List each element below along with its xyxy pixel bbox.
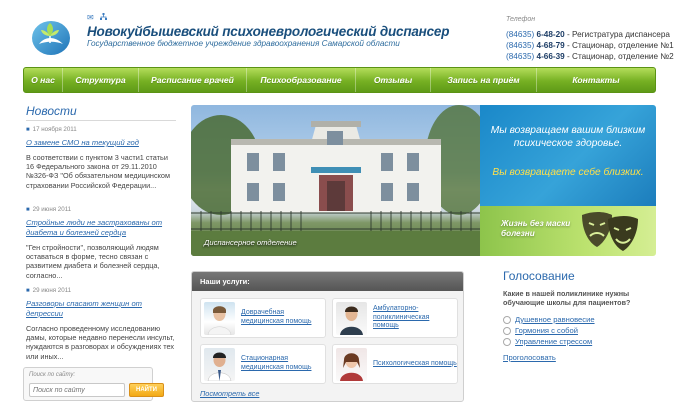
news-date-text: 29 июня 2011 xyxy=(32,206,72,213)
search-input[interactable] xyxy=(29,383,125,397)
news-date-text: 29 июня 2011 xyxy=(32,287,72,294)
news-link[interactable]: Разговоры спасают женщин от депрессии xyxy=(26,299,176,319)
service-card[interactable]: Стационарная медицинская помощь xyxy=(200,344,326,384)
bullet-icon: ■ xyxy=(26,126,30,133)
news-item: ■ 29 июня 2011 Разговоры спасают женщин о… xyxy=(26,287,176,361)
nav-doctor-schedule[interactable]: Расписание врачей xyxy=(139,68,247,92)
news-date: ■ 29 июня 2011 xyxy=(26,287,176,294)
vote-option-label[interactable]: Гормония с собой xyxy=(515,326,578,335)
vote-option-label[interactable]: Душевное равновесие xyxy=(515,315,595,324)
news-excerpt: Согласно проведенному исследованию дамы,… xyxy=(26,324,175,361)
phone-desc: - Стационар, отделение №2 xyxy=(564,52,674,61)
phone-desc: - Регистратура диспансера xyxy=(564,30,670,39)
vote-submit-link[interactable]: Проголосовать xyxy=(503,353,556,362)
nav-appointment[interactable]: Запись на приём xyxy=(431,68,537,92)
service-card[interactable]: Амбулаторно-поликлиническая помощь xyxy=(332,298,458,338)
news-link[interactable]: О замене СМО на текущий год xyxy=(26,138,176,148)
radio-button[interactable] xyxy=(503,326,511,335)
news-item: ■ 17 ноября 2011 О замене СМО на текущий … xyxy=(26,126,176,190)
news-item: ■ 29 июня 2011 Стройные люди не застрахов… xyxy=(26,206,176,280)
search-box: Поиск по сайту: НАЙТИ xyxy=(23,367,164,401)
phone-row: (84635) 6-48-20 - Регистратура диспансер… xyxy=(506,29,676,40)
banner-slogan-3: Жизнь без маски болезни xyxy=(501,219,571,238)
banner-slogan-1: Мы возвращаем вашим близким психическое … xyxy=(490,125,646,149)
phone-code: (84635) xyxy=(506,52,535,61)
banner-slogan-2: Вы возвращаете себе близких. xyxy=(492,167,644,178)
search-label: Поиск по сайту: xyxy=(29,372,76,378)
news-heading[interactable]: Новости xyxy=(26,104,77,118)
banner-caption: Диспансерное отделение xyxy=(204,238,297,247)
service-link[interactable]: Доврачебная медицинская помощь xyxy=(241,309,325,326)
search-button[interactable]: НАЙТИ xyxy=(129,383,164,397)
nurse-photo xyxy=(204,301,235,335)
banner-mask-panel[interactable]: Жизнь без маски болезни xyxy=(480,206,656,256)
news-link[interactable]: Стройные люди не застрахованы от диабета… xyxy=(26,218,176,238)
news-date-text: 17 ноября 2011 xyxy=(32,126,77,133)
bullet-icon: ■ xyxy=(26,287,30,294)
phone-desc: - Стационар, отделение №1 xyxy=(564,41,674,50)
sitemap-icon[interactable] xyxy=(100,13,107,23)
phone-code: (84635) xyxy=(506,41,535,50)
news-excerpt: "Ген стройности", позволяющий людям оста… xyxy=(26,243,160,280)
bullet-icon: ■ xyxy=(26,206,30,213)
news-date: ■ 17 ноября 2011 xyxy=(26,126,176,133)
site-title[interactable]: Новокуйбышевский психоневрологический ди… xyxy=(87,24,449,39)
radio-button[interactable] xyxy=(503,315,511,324)
radio-button[interactable] xyxy=(503,337,511,346)
service-card[interactable]: Психологическая помощь xyxy=(332,344,458,384)
vote-option-label[interactable]: Управление стрессом xyxy=(515,337,592,346)
services-heading: Наши услуги: xyxy=(192,272,463,291)
news-date: ■ 29 июня 2011 xyxy=(26,206,176,213)
vote-option[interactable]: Гормония с собой xyxy=(503,326,578,335)
doctor-photo xyxy=(336,301,367,335)
main-nav: О нас Структура Расписание врачей Психоо… xyxy=(23,67,656,93)
banner-slogan-panel: Мы возвращаем вашим близким психическое … xyxy=(480,105,656,206)
phone-number: 6-48-20 xyxy=(536,30,565,39)
site-subtitle: Государственное бюджетное учреждение здр… xyxy=(87,39,400,48)
phone-number: 4-66-39 xyxy=(536,52,565,61)
nav-psychoeducation[interactable]: Психообразование xyxy=(247,68,356,92)
service-link[interactable]: Стационарная медицинская помощь xyxy=(241,355,325,372)
site-logo[interactable] xyxy=(29,14,73,58)
psychologist-photo xyxy=(336,347,367,381)
phone-row: (84635) 4-68-79 - Стационар, отделение №… xyxy=(506,40,676,51)
vote-heading: Голосование xyxy=(503,269,575,283)
nav-about[interactable]: О нас xyxy=(24,68,63,92)
vote-question: Какие в нашей поликлинике нужны обучающи… xyxy=(503,289,631,307)
nav-reviews[interactable]: Отзывы xyxy=(356,68,431,92)
hero-banner: Диспансерное отделение Мы возвращаем ваш… xyxy=(191,105,656,256)
theatre-masks-icon xyxy=(578,209,642,256)
doctor-photo xyxy=(204,347,235,381)
phone-number: 4-68-79 xyxy=(536,41,565,50)
service-link[interactable]: Амбулаторно-поликлиническая помощь xyxy=(373,305,457,331)
services-panel: Наши услуги: Доврачебная медицинская пом… xyxy=(191,271,464,402)
service-card[interactable]: Доврачебная медицинская помощь xyxy=(200,298,326,338)
vote-option[interactable]: Управление стрессом xyxy=(503,337,592,346)
nav-structure[interactable]: Структура xyxy=(63,68,139,92)
phone-label: Телефон xyxy=(506,16,536,23)
mail-icon[interactable]: ✉ xyxy=(87,13,94,22)
service-link[interactable]: Психологическая помощь xyxy=(373,360,457,369)
nav-contacts[interactable]: Контакты xyxy=(537,68,655,92)
vote-option[interactable]: Душевное равновесие xyxy=(503,315,595,324)
divider xyxy=(26,120,176,121)
view-all-services-link[interactable]: Посмотреть все xyxy=(200,389,259,398)
phone-code: (84635) xyxy=(506,30,535,39)
building-photo xyxy=(191,105,493,256)
phone-row: (84635) 4-66-39 - Стационар, отделение №… xyxy=(506,51,676,62)
news-excerpt: В соответствии с пунктом 3 части1 статьи… xyxy=(26,153,170,190)
phone-list: (84635) 6-48-20 - Регистратура диспансер… xyxy=(506,29,676,62)
